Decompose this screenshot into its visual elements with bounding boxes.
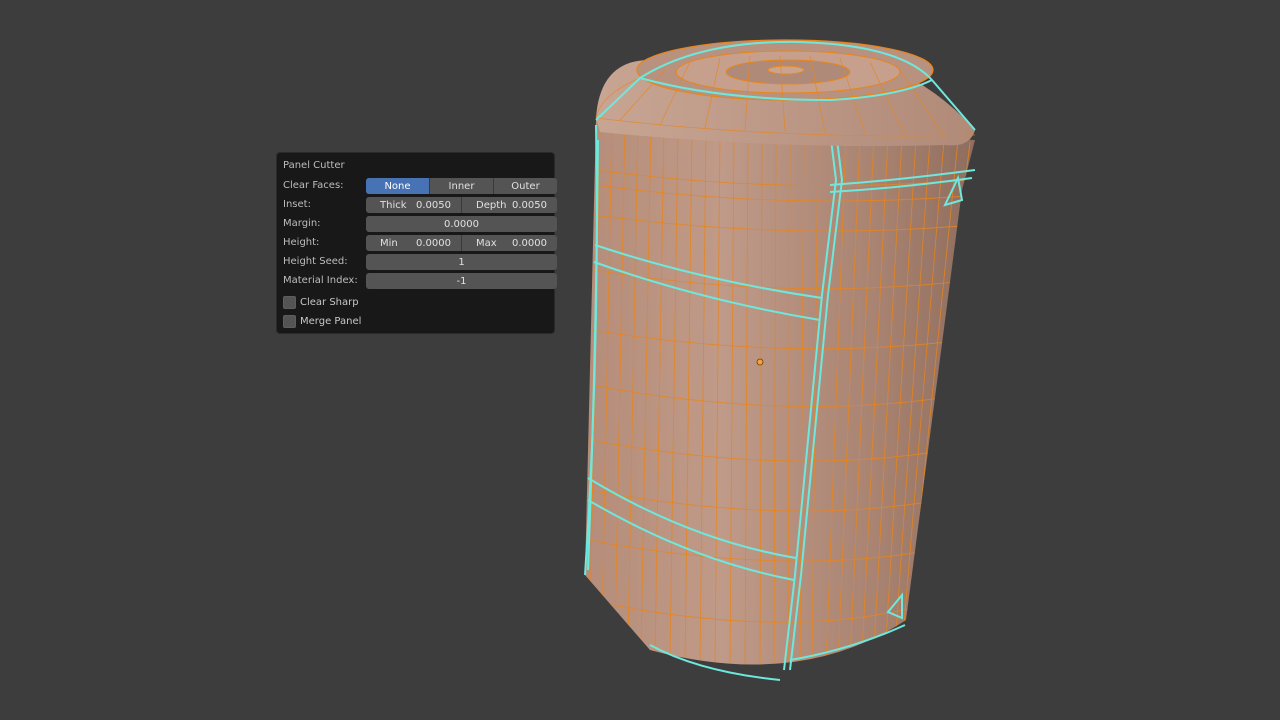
height-max-field[interactable]: Max 0.0000 xyxy=(462,235,557,251)
panel-title: Panel Cutter xyxy=(283,160,345,171)
inset-depth-value: 0.0050 xyxy=(512,199,547,211)
object-origin xyxy=(756,358,764,366)
clear-faces-row: Clear Faces: None Inner Outer xyxy=(283,178,557,194)
merge-panel-label: Merge Panel xyxy=(300,315,362,327)
operator-panel: Panel Cutter Clear Faces: None Inner Out… xyxy=(276,152,557,334)
clear-faces-selector: None Inner Outer xyxy=(366,178,557,194)
merge-panel-box[interactable] xyxy=(283,314,296,328)
material-index-row: Material Index: -1 xyxy=(283,273,557,289)
clear-faces-none-button[interactable]: None xyxy=(366,178,430,194)
3d-viewport[interactable] xyxy=(0,0,1280,720)
clear-faces-inner-button[interactable]: Inner xyxy=(430,178,494,194)
clear-sharp-box[interactable] xyxy=(283,295,296,309)
clear-sharp-checkbox[interactable]: Clear Sharp xyxy=(283,295,359,309)
height-seed-label: Height Seed: xyxy=(283,256,348,267)
inset-thick-label: Thick xyxy=(380,199,407,211)
height-label: Height: xyxy=(283,237,320,248)
clear-sharp-label: Clear Sharp xyxy=(300,296,359,308)
inset-depth-label: Depth xyxy=(476,199,507,211)
inset-fields: Thick 0.0050 Depth 0.0050 xyxy=(366,197,557,213)
height-min-field[interactable]: Min 0.0000 xyxy=(366,235,462,251)
height-seed-row: Height Seed: 1 xyxy=(283,254,557,270)
margin-row: Margin: 0.0000 xyxy=(283,216,557,232)
margin-field[interactable]: 0.0000 xyxy=(366,216,557,232)
height-fields: Min 0.0000 Max 0.0000 xyxy=(366,235,557,251)
canister-body xyxy=(585,120,975,665)
height-row: Height: Min 0.0000 Max 0.0000 xyxy=(283,235,557,251)
height-min-label: Min xyxy=(380,237,398,249)
inset-row: Inset: Thick 0.0050 Depth 0.0050 xyxy=(283,197,557,213)
height-seed-field[interactable]: 1 xyxy=(366,254,557,270)
height-max-value: 0.0000 xyxy=(512,237,547,249)
clear-faces-label: Clear Faces: xyxy=(283,180,344,191)
merge-panel-checkbox[interactable]: Merge Panel xyxy=(283,314,361,328)
inset-depth-field[interactable]: Depth 0.0050 xyxy=(462,197,557,213)
inset-label: Inset: xyxy=(283,199,311,210)
inset-thick-value: 0.0050 xyxy=(416,199,451,211)
material-index-field[interactable]: -1 xyxy=(366,273,557,289)
mesh-canister xyxy=(584,39,976,681)
height-max-label: Max xyxy=(476,237,497,249)
margin-label: Margin: xyxy=(283,218,321,229)
inset-thick-field[interactable]: Thick 0.0050 xyxy=(366,197,462,213)
height-min-value: 0.0000 xyxy=(416,237,451,249)
material-index-label: Material Index: xyxy=(283,275,358,286)
clear-faces-outer-button[interactable]: Outer xyxy=(494,178,557,194)
